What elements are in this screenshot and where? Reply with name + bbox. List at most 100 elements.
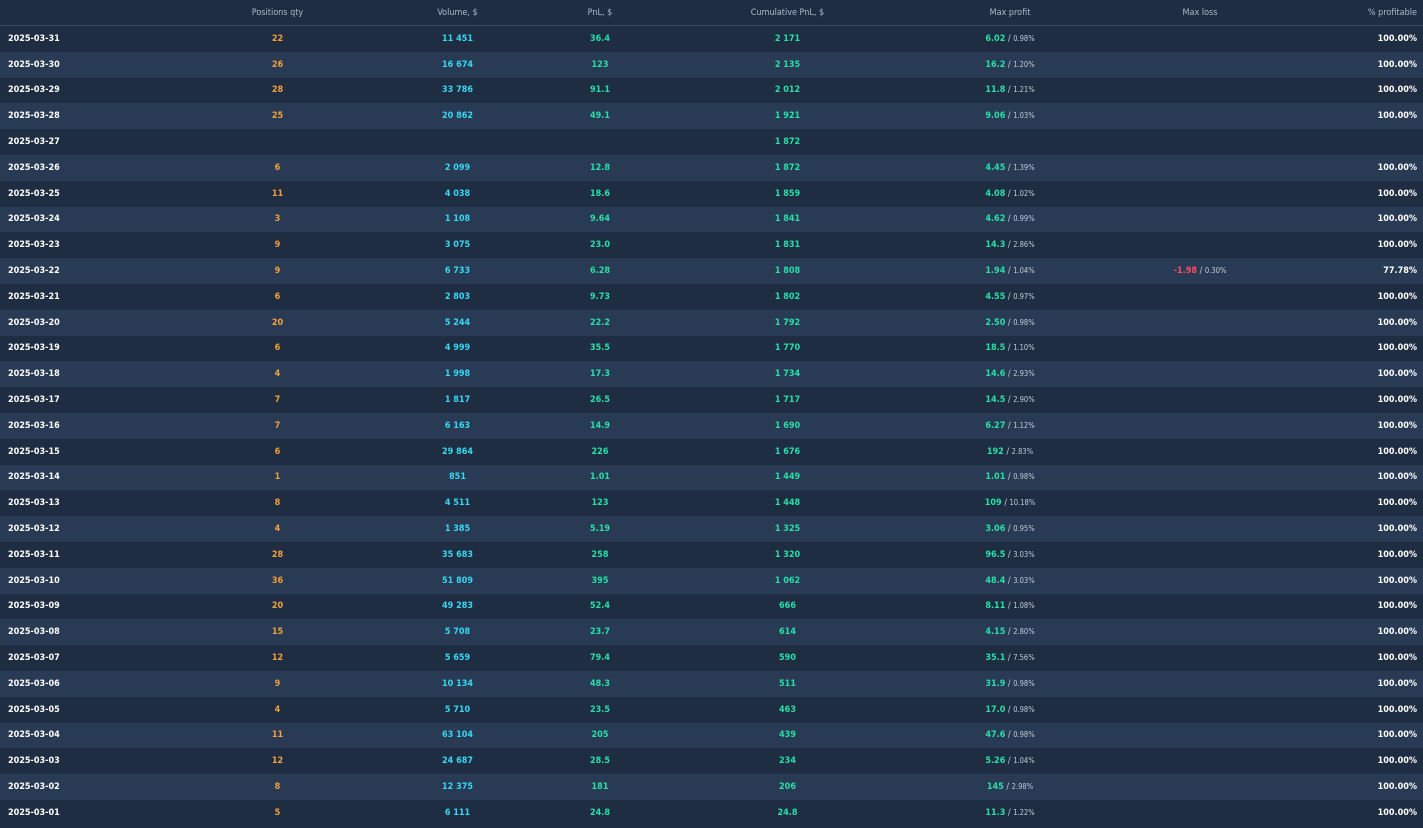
table-row[interactable]: 2025-03-08 15 5 708 23.7 614 4.15 / 2.80% 100.… (0, 619, 1423, 646)
table-row[interactable]: 2025-03-12 4 1 385 5.19 1 325 3.06 / 0.95% 100… (0, 516, 1423, 542)
cell-cumulative-pnl: 1 792 (660, 309, 915, 336)
cell-max-profit-percent: 1.21% (1013, 85, 1035, 95)
table-row[interactable]: 2025-03-11 28 35 683 258 1 320 96.5 / 3.03% 10… (0, 541, 1423, 568)
table-row[interactable]: 2025-03-01 5 6 111 24.8 24.8 11.3 / 1.22% 100.… (0, 799, 1423, 826)
cell-date: 2025-03-25 (0, 180, 180, 207)
col-header-volume[interactable]: Volume, $ (375, 0, 540, 26)
col-header-pnl[interactable]: PnL, $ (540, 0, 660, 26)
table-row[interactable]: 2025-03-10 36 51 809 395 1 062 48.4 / 3.03% 10… (0, 567, 1423, 594)
cell-pct-profitable: 100.00% (1295, 774, 1423, 800)
cell-cumulative-pnl: 1 062 (660, 567, 915, 594)
cell-max-profit-value: 48.4 (985, 575, 1006, 586)
cell-date: 2025-03-29 (0, 77, 180, 104)
cell-max-loss (1105, 516, 1295, 542)
cell-max-profit: 6.27 / 1.12% (915, 412, 1105, 439)
cell-max-profit-value: 9.06 (985, 111, 1006, 122)
cell-max-profit-percent: 0.98% (1013, 472, 1035, 482)
table-row[interactable]: 2025-03-26 6 2 099 12.8 1 872 4.45 / 1.39% 100… (0, 154, 1423, 181)
cell-pct-profitable: 100.00% (1295, 670, 1423, 697)
cell-volume: 5 244 (375, 309, 540, 336)
cell-pct-profitable: 100.00% (1295, 206, 1423, 233)
table-row[interactable]: 2025-03-15 6 29 864 226 1 676 192 / 2.83% 100.… (0, 438, 1423, 465)
cell-max-profit-percent: 1.03% (1013, 111, 1035, 121)
cell-max-loss (1105, 645, 1295, 671)
cell-volume: 29 864 (375, 438, 540, 465)
cell-positions-qty: 3 (180, 206, 375, 233)
cell-cumulative-pnl: 1 448 (660, 490, 915, 517)
table-row[interactable]: 2025-03-03 12 24 687 28.5 234 5.26 / 1.04% 100… (0, 748, 1423, 775)
col-header-pct-profitable[interactable]: % profitable (1295, 0, 1423, 26)
cell-positions-qty: 28 (180, 541, 375, 568)
cell-pnl: 48.3 (540, 670, 660, 697)
table-row[interactable]: 2025-03-24 3 1 108 9.64 1 841 4.62 / 0.99% 100… (0, 206, 1423, 233)
table-row[interactable]: 2025-03-30 26 16 674 123 2 135 16.2 / 1.20% 10… (0, 51, 1423, 78)
col-header-date[interactable] (0, 0, 180, 26)
cell-max-profit: 3.06 / 0.95% (915, 516, 1105, 542)
table-row[interactable]: 2025-03-17 7 1 817 26.5 1 717 14.5 / 2.90% 100… (0, 387, 1423, 413)
cell-max-profit-separator: / (1001, 498, 1010, 509)
cell-pnl: 123 (540, 490, 660, 517)
table-row[interactable]: 2025-03-14 1 851 1.01 1 449 1.01 / 0.98% 100.0… (0, 464, 1423, 491)
table-row[interactable]: 2025-03-09 20 49 283 52.4 666 8.11 / 1.08% 100… (0, 593, 1423, 620)
cell-max-loss (1105, 438, 1295, 465)
table-row[interactable]: 2025-03-16 7 6 163 14.9 1 690 6.27 / 1.12% 100… (0, 412, 1423, 439)
table-row[interactable]: 2025-03-27 1 872 (0, 129, 1423, 155)
table-row[interactable]: 2025-03-13 8 4 511 123 1 448 109 / 10.18% 100.… (0, 490, 1423, 517)
cell-pct-profitable: 100.00% (1295, 154, 1423, 181)
cell-pnl (540, 129, 660, 155)
cell-max-profit: 6.02 / 0.98% (915, 25, 1105, 52)
cell-positions-qty: 4 (180, 696, 375, 723)
table-row[interactable]: 2025-03-07 12 5 659 79.4 590 35.1 / 7.56% 100.… (0, 645, 1423, 671)
cell-pct-profitable: 100.00% (1295, 593, 1423, 620)
cell-volume: 1 998 (375, 361, 540, 388)
cell-date: 2025-03-02 (0, 774, 180, 800)
table-row[interactable]: 2025-03-02 8 12 375 181 206 145 / 2.98% 100.00… (0, 774, 1423, 800)
table-row[interactable]: 2025-03-04 11 63 104 205 439 47.6 / 0.98% 100.… (0, 722, 1423, 749)
table-row[interactable]: 2025-03-22 9 6 733 6.28 1 808 1.94 / 1.04% -1.… (0, 258, 1423, 284)
cell-max-profit-value: 14.3 (985, 240, 1006, 251)
cell-pnl: 5.19 (540, 516, 660, 542)
cell-cumulative-pnl: 1 320 (660, 541, 915, 568)
cell-positions-qty: 9 (180, 670, 375, 697)
cell-pct-profitable: 100.00% (1295, 464, 1423, 491)
col-header-max-profit[interactable]: Max profit (915, 0, 1105, 26)
table-row[interactable]: 2025-03-29 28 33 786 91.1 2 012 11.8 / 1.21% 1… (0, 77, 1423, 104)
cell-max-loss (1105, 283, 1295, 310)
cell-volume: 20 862 (375, 103, 540, 130)
table-row[interactable]: 2025-03-25 11 4 038 18.6 1 859 4.08 / 1.02% 10… (0, 180, 1423, 207)
table-row[interactable]: 2025-03-21 6 2 803 9.73 1 802 4.55 / 0.97% 100… (0, 283, 1423, 310)
cell-date: 2025-03-16 (0, 412, 180, 439)
cell-max-loss-value: -1.98 (1173, 266, 1198, 277)
cell-max-profit-percent: 1.02% (1013, 188, 1035, 198)
cell-max-profit: 4.62 / 0.99% (915, 206, 1105, 233)
col-header-cumulative-pnl[interactable]: Cumulative PnL, $ (660, 0, 915, 26)
cell-pct-profitable: 100.00% (1295, 619, 1423, 646)
cell-cumulative-pnl: 463 (660, 696, 915, 723)
cell-max-loss (1105, 490, 1295, 517)
col-header-positions-qty[interactable]: Positions qty (180, 0, 375, 26)
table-row[interactable]: 2025-03-19 6 4 999 35.5 1 770 18.5 / 1.10% 100… (0, 335, 1423, 362)
cell-pct-profitable: 100.00% (1295, 283, 1423, 310)
cell-pct-profitable (1295, 129, 1423, 155)
cell-max-profit-percent: 0.98% (1013, 704, 1035, 714)
cell-positions-qty: 4 (180, 361, 375, 388)
cell-volume: 49 283 (375, 593, 540, 620)
cell-pct-profitable: 77.78% (1295, 258, 1423, 284)
table-row[interactable]: 2025-03-18 4 1 998 17.3 1 734 14.6 / 2.93% 100… (0, 361, 1423, 388)
table-row[interactable]: 2025-03-23 9 3 075 23.0 1 831 14.3 / 2.86% 100… (0, 232, 1423, 259)
cell-date: 2025-03-26 (0, 154, 180, 181)
cell-max-profit: 14.5 / 2.90% (915, 387, 1105, 413)
cell-cumulative-pnl: 439 (660, 722, 915, 749)
table-row[interactable]: 2025-03-20 20 5 244 22.2 1 792 2.50 / 0.98% 10… (0, 309, 1423, 336)
cell-max-profit-value: 96.5 (985, 549, 1006, 560)
cell-date: 2025-03-17 (0, 387, 180, 413)
cell-volume: 12 375 (375, 774, 540, 800)
table-row[interactable]: 2025-03-05 4 5 710 23.5 463 17.0 / 0.98% 100.0… (0, 696, 1423, 723)
table-row[interactable]: 2025-03-31 22 11 451 36.4 2 171 6.02 / 0.98% 1… (0, 25, 1423, 52)
cell-cumulative-pnl: 1 921 (660, 103, 915, 130)
table-row[interactable]: 2025-03-28 25 20 862 49.1 1 921 9.06 / 1.03% 1… (0, 103, 1423, 130)
cell-volume: 1 817 (375, 387, 540, 413)
cell-max-loss-separator: / (1197, 266, 1205, 277)
table-row[interactable]: 2025-03-06 9 10 134 48.3 511 31.9 / 0.98% 100.… (0, 670, 1423, 697)
col-header-max-loss[interactable]: Max loss (1105, 0, 1295, 26)
